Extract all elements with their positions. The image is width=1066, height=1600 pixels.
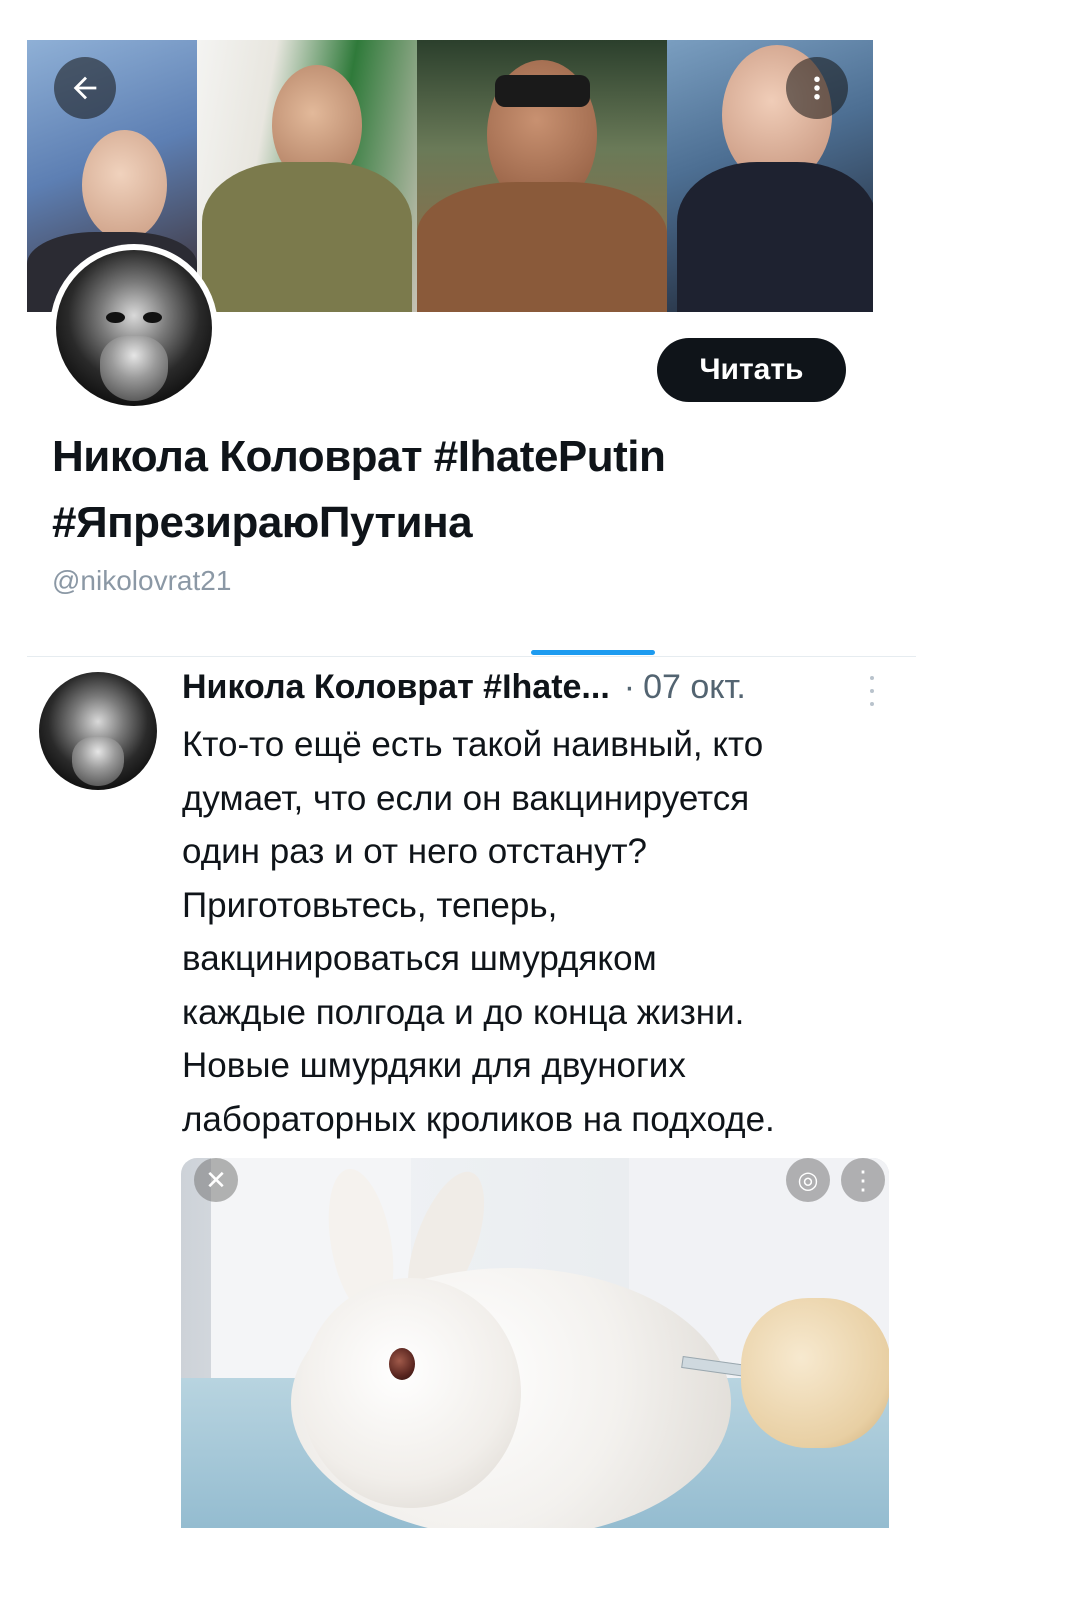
active-tab-indicator: [531, 650, 655, 655]
close-icon[interactable]: ✕: [194, 1158, 238, 1202]
more-vertical-icon: [814, 76, 820, 100]
tab-divider: [27, 656, 916, 657]
tweet-text: Кто-то ещё есть такой наивный, кто думае…: [182, 725, 775, 1139]
lens-search-icon[interactable]: ◎: [786, 1158, 830, 1202]
tweet-avatar[interactable]: [39, 672, 157, 790]
tweet-media-image[interactable]: ✕ ◎ ⋮: [181, 1158, 889, 1528]
tweet-author[interactable]: Никола Коловрат #Ihate...: [182, 668, 610, 707]
avatar-image: [56, 250, 212, 406]
profile-avatar[interactable]: [50, 244, 218, 412]
profile-display-name: Никола Коловрат #IhatePutin #ЯпрезираюПу…: [52, 432, 666, 547]
profile-handle: @nikolovrat21: [52, 565, 232, 596]
banner-photo-2: [197, 40, 417, 312]
more-button[interactable]: [786, 57, 848, 119]
back-button[interactable]: [54, 57, 116, 119]
tweet-header: Никола Коловрат #Ihate... · 07 окт.: [182, 668, 746, 707]
media-more-icon[interactable]: ⋮: [841, 1158, 885, 1202]
tweet-date[interactable]: 07 окт.: [643, 668, 746, 707]
tweet-separator: ·: [623, 668, 636, 706]
tweet-more-icon[interactable]: [868, 676, 876, 706]
back-arrow-icon: [73, 76, 97, 100]
follow-button[interactable]: Читать: [657, 338, 846, 402]
banner-photo-3: [417, 40, 667, 312]
